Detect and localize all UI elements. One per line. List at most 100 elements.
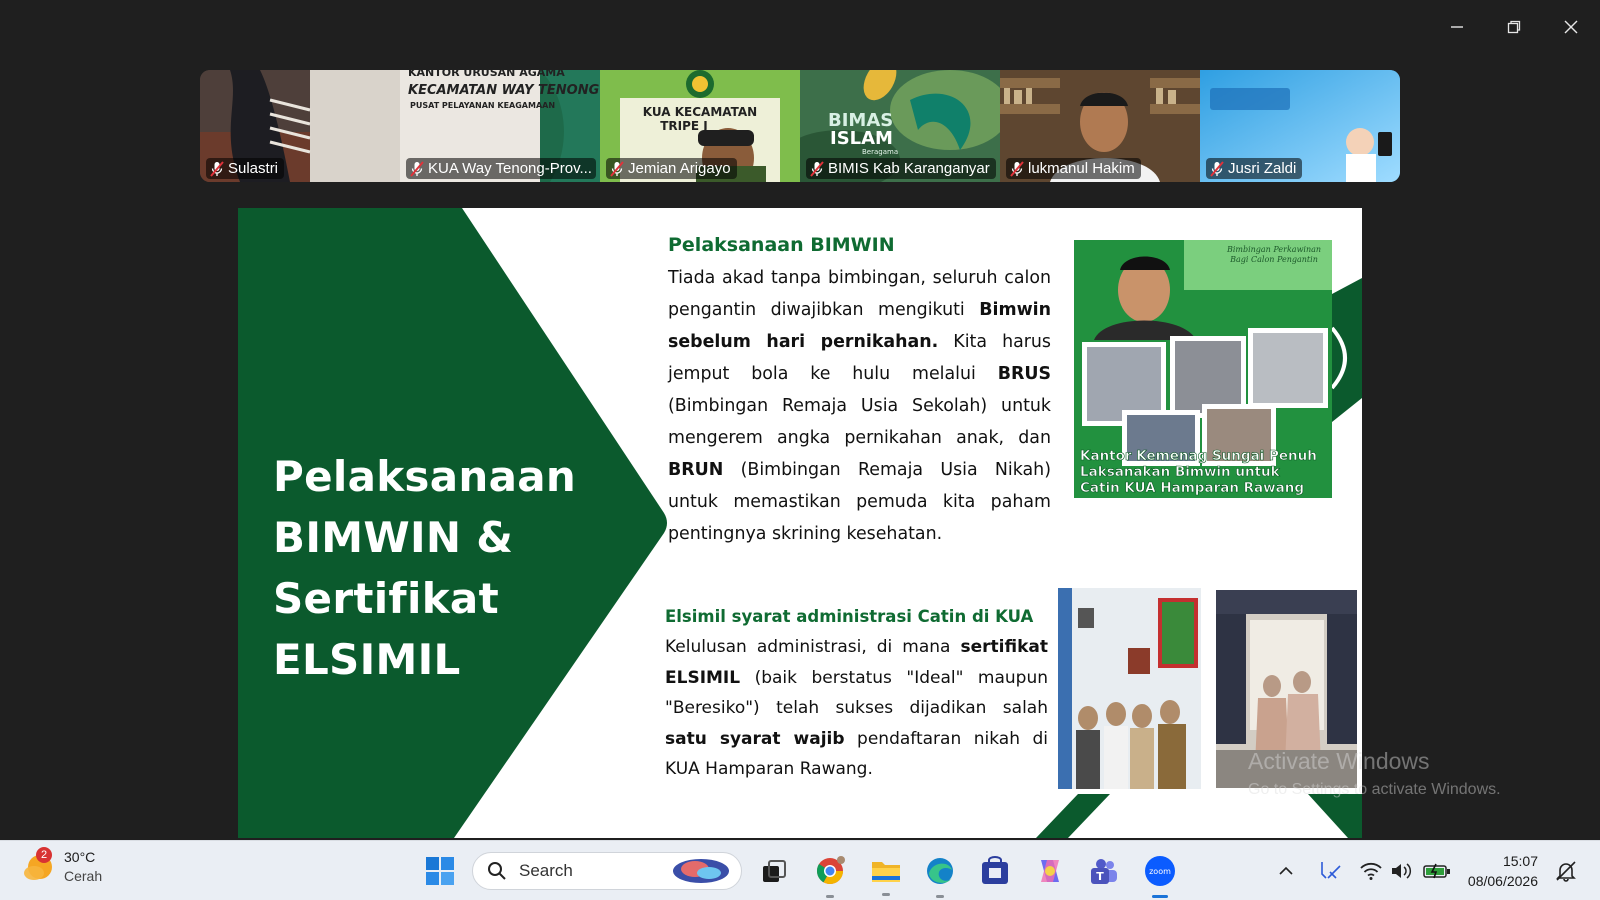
windows-start-icon: [426, 857, 454, 885]
participant-label: Jusri Zaldi: [1206, 158, 1303, 179]
file-explorer-button[interactable]: [868, 853, 904, 896]
taskbar: 2 30°C Cerah Search T zoom 15:07 08/06/2…: [0, 840, 1600, 900]
participant-tile-kua-way-tenong[interactable]: KANTOR URUSAN AGAMA KECAMATAN WAY TENONG…: [400, 70, 600, 182]
restore-icon: [1507, 20, 1521, 34]
activate-windows-watermark: Activate Windows Go to Settings to activ…: [1248, 748, 1501, 799]
close-icon: [1564, 20, 1578, 34]
weather-badge: 2: [36, 846, 52, 863]
mic-muted-icon: [410, 160, 424, 177]
participant-tile-lukmanul-hakim[interactable]: lukmanul Hakim: [1000, 70, 1200, 182]
copilot-button[interactable]: [1032, 853, 1068, 889]
clock[interactable]: 15:07 08/06/2026: [1468, 851, 1538, 891]
sign-line-2: TRIPE J: [660, 119, 708, 133]
weather-widget[interactable]: 2 30°C Cerah: [22, 846, 102, 884]
sign-line-2: ISLAM: [830, 128, 893, 149]
wifi-icon: [1360, 862, 1382, 880]
volume-button[interactable]: [1388, 853, 1414, 889]
teams-button[interactable]: T: [1086, 853, 1122, 889]
show-hidden-icons-button[interactable]: [1274, 853, 1298, 889]
svg-text:T: T: [1096, 870, 1104, 883]
notification-center-button[interactable]: [1552, 853, 1580, 889]
participant-label: BIMIS Kab Karanganyar: [806, 158, 996, 179]
shared-slide: Pelaksanaan BIMWIN & Sertifikat ELSIMIL …: [238, 208, 1362, 838]
taskbar-search-box[interactable]: Search: [472, 852, 742, 890]
section2-paragraph: Kelulusan administrasi, di mana sertifik…: [665, 632, 1048, 785]
zoom-icon: zoom: [1145, 856, 1175, 886]
section2-heading: Elsimil syarat administrasi Catin di KUA: [665, 607, 1034, 626]
caption-line-2: Laksanakan Bimwin untuk: [1080, 464, 1281, 480]
participant-name: Jemian Arigayo: [628, 160, 731, 177]
task-view-button[interactable]: [756, 853, 792, 889]
zoom-button[interactable]: zoom: [1142, 853, 1178, 898]
participant-name: Sulastri: [228, 160, 279, 177]
participant-label: Sulastri: [206, 158, 285, 179]
watermark-title: Activate Windows: [1248, 748, 1430, 774]
participant-strip: Sulastri KANTOR URUSAN AGAMA KECAMATAN W…: [200, 70, 1400, 182]
app-running-indicator: [936, 895, 944, 898]
participant-tile-sulastri[interactable]: Sulastri: [200, 70, 400, 182]
pen-input-icon: [1321, 862, 1341, 879]
mic-muted-icon: [210, 160, 224, 177]
language-input-button[interactable]: [1316, 853, 1344, 889]
sign-line-2: KECAMATAN WAY TENONG: [408, 83, 600, 98]
mic-muted-icon: [1210, 160, 1224, 177]
participant-tile-jemian-arigayo[interactable]: KUA KECAMATAN TRIPE J Jemian Arigayo: [600, 70, 800, 182]
windows-start-button[interactable]: [422, 853, 458, 889]
sign-line-1: KANTOR URUSAN AGAMA: [408, 70, 565, 79]
participant-label: KUA Way Tenong-Prov...: [406, 158, 596, 179]
participant-label: lukmanul Hakim: [1006, 158, 1141, 179]
weather-icon: 2: [22, 846, 54, 883]
task-view-icon: [763, 860, 786, 882]
bimwin-photo-art: Bimbingan Perkawinan Bagi Calon Penganti…: [1074, 240, 1332, 498]
chevron-up-icon: [1279, 866, 1293, 875]
app-running-indicator: [882, 893, 890, 896]
participant-label: Jemian Arigayo: [606, 158, 737, 179]
clock-date: 08/06/2026: [1467, 873, 1538, 889]
section1-heading: Pelaksanaan BIMWIN: [668, 234, 895, 256]
notification-bell-icon: [1556, 861, 1576, 882]
text-run: (Bimbingan Remaja Usia Nikah) untuk mema…: [668, 460, 1051, 544]
search-placeholder: Search: [519, 861, 573, 880]
teams-icon: T: [1091, 859, 1117, 884]
participant-name: lukmanul Hakim: [1028, 160, 1135, 177]
participant-tile-jusri-zaldi[interactable]: Jusri Zaldi: [1200, 70, 1400, 182]
bold-run: BRUS: [997, 364, 1051, 384]
participant-name: KUA Way Tenong-Prov...: [428, 160, 592, 177]
restore-button[interactable]: [1492, 12, 1536, 42]
bold-run: satu syarat wajib: [665, 728, 845, 749]
caption-line-1: Kantor Kemenag Sungai Penuh: [1080, 448, 1317, 464]
weather-temperature: 30°C: [64, 849, 96, 865]
elsimil-photo-office: [1058, 588, 1201, 789]
store-button[interactable]: [977, 853, 1013, 889]
mic-muted-icon: [610, 160, 624, 177]
edge-button[interactable]: [922, 853, 958, 898]
chrome-icon: [816, 856, 845, 885]
file-explorer-icon: [872, 862, 900, 882]
battery-button[interactable]: [1422, 853, 1452, 889]
edge-icon: [927, 858, 953, 884]
participant-name: Jusri Zaldi: [1228, 160, 1297, 177]
chrome-button[interactable]: [812, 853, 848, 898]
caption-line-3: Catin KUA Hamparan Rawang: [1080, 480, 1304, 496]
bimwin-photo: Bimbingan Perkawinan Bagi Calon Penganti…: [1074, 240, 1332, 498]
office-photo-art: [1058, 588, 1201, 789]
clock-time: 15:07: [1502, 853, 1538, 869]
minimize-button[interactable]: [1435, 12, 1479, 42]
app-running-indicator: [826, 895, 834, 898]
app-active-indicator: [1152, 895, 1168, 898]
desktop-screen: Sulastri KANTOR URUSAN AGAMA KECAMATAN W…: [0, 0, 1600, 900]
search-icon: [488, 862, 506, 880]
mic-muted-icon: [810, 160, 824, 177]
sign-line-3: Beragama: [862, 148, 898, 156]
speaker-icon: [1392, 863, 1412, 879]
store-icon: [982, 856, 1008, 884]
wifi-button[interactable]: [1358, 853, 1384, 889]
search-highlight-icon: [673, 859, 729, 883]
sign-line-3: PUSAT PELAYANAN KEAGAMAAN: [410, 101, 555, 110]
mic-muted-icon: [1010, 160, 1024, 177]
banner-line-1: Bimbingan Perkawinan: [1226, 245, 1321, 254]
participant-tile-bimis-karanganyar[interactable]: BIMAS ISLAM Beragama BIMIS Kab Karangany…: [800, 70, 1000, 182]
text-run: Kelulusan administrasi, di mana: [665, 637, 961, 657]
close-button[interactable]: [1549, 12, 1593, 42]
bold-run: BRUN: [668, 460, 724, 480]
